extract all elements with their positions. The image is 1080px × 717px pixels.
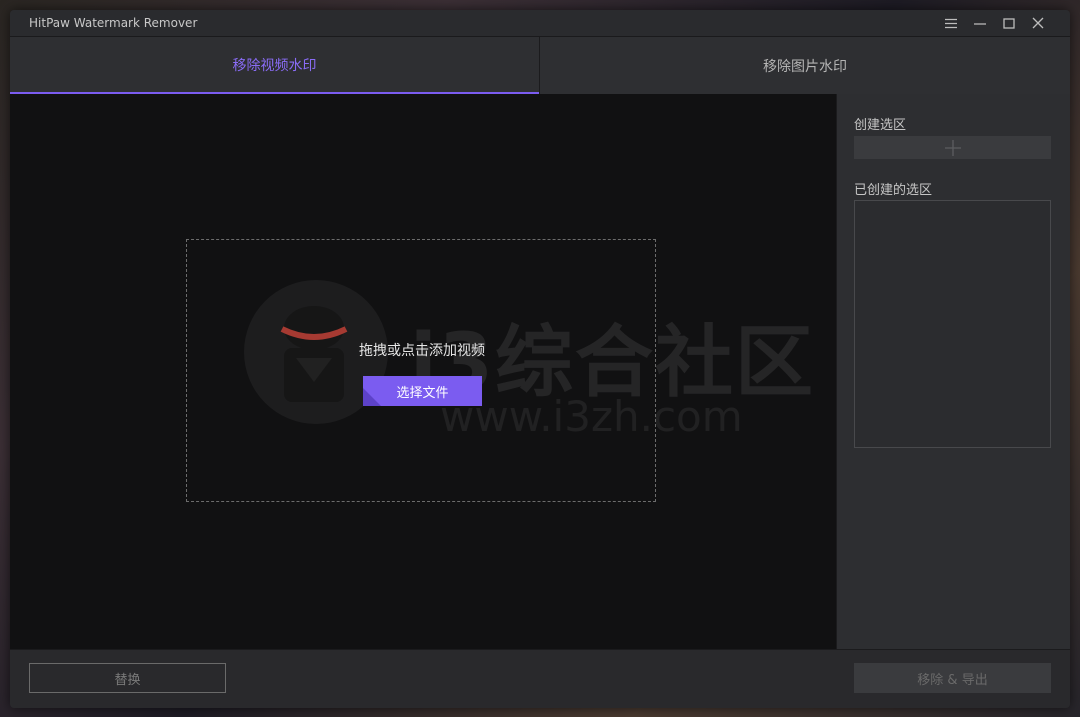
menu-icon[interactable] [940,13,962,33]
mode-tabs: 移除视频水印 移除图片水印 [10,37,1070,95]
video-stage: i3综合社区 www.i3zh.com 拖拽或点击添加视频 选择文件 [10,94,836,649]
close-icon[interactable] [1027,13,1049,33]
minimize-icon[interactable] [969,13,991,33]
bottom-bar: 替换 移除 & 导出 [10,649,1070,708]
tab-remove-video-watermark[interactable]: 移除视频水印 [10,37,539,94]
title-bar: HitPaw Watermark Remover [10,10,1070,37]
app-window: HitPaw Watermark Remover 移除视频水印 移除图片水印 i… [10,10,1070,708]
remove-export-button[interactable]: 移除 & 导出 [854,663,1051,693]
plus-icon [944,139,961,156]
select-file-button[interactable]: 选择文件 [363,376,482,406]
button-corner-decoration [363,388,381,406]
app-title: HitPaw Watermark Remover [29,16,198,30]
maximize-icon[interactable] [998,13,1020,33]
replace-button[interactable]: 替换 [29,663,226,693]
add-selection-button[interactable] [854,136,1051,159]
selection-panel: 创建选区 已创建的选区 [836,94,1070,649]
tab-remove-image-watermark[interactable]: 移除图片水印 [539,37,1070,94]
drop-prompt: 拖拽或点击添加视频 [359,343,485,359]
created-selections-label: 已创建的选区 [854,183,933,198]
created-selections-list[interactable] [854,200,1051,448]
video-drop-zone[interactable]: 拖拽或点击添加视频 选择文件 [186,239,656,502]
create-selection-label: 创建选区 [854,118,907,133]
select-file-label: 选择文件 [396,385,449,401]
